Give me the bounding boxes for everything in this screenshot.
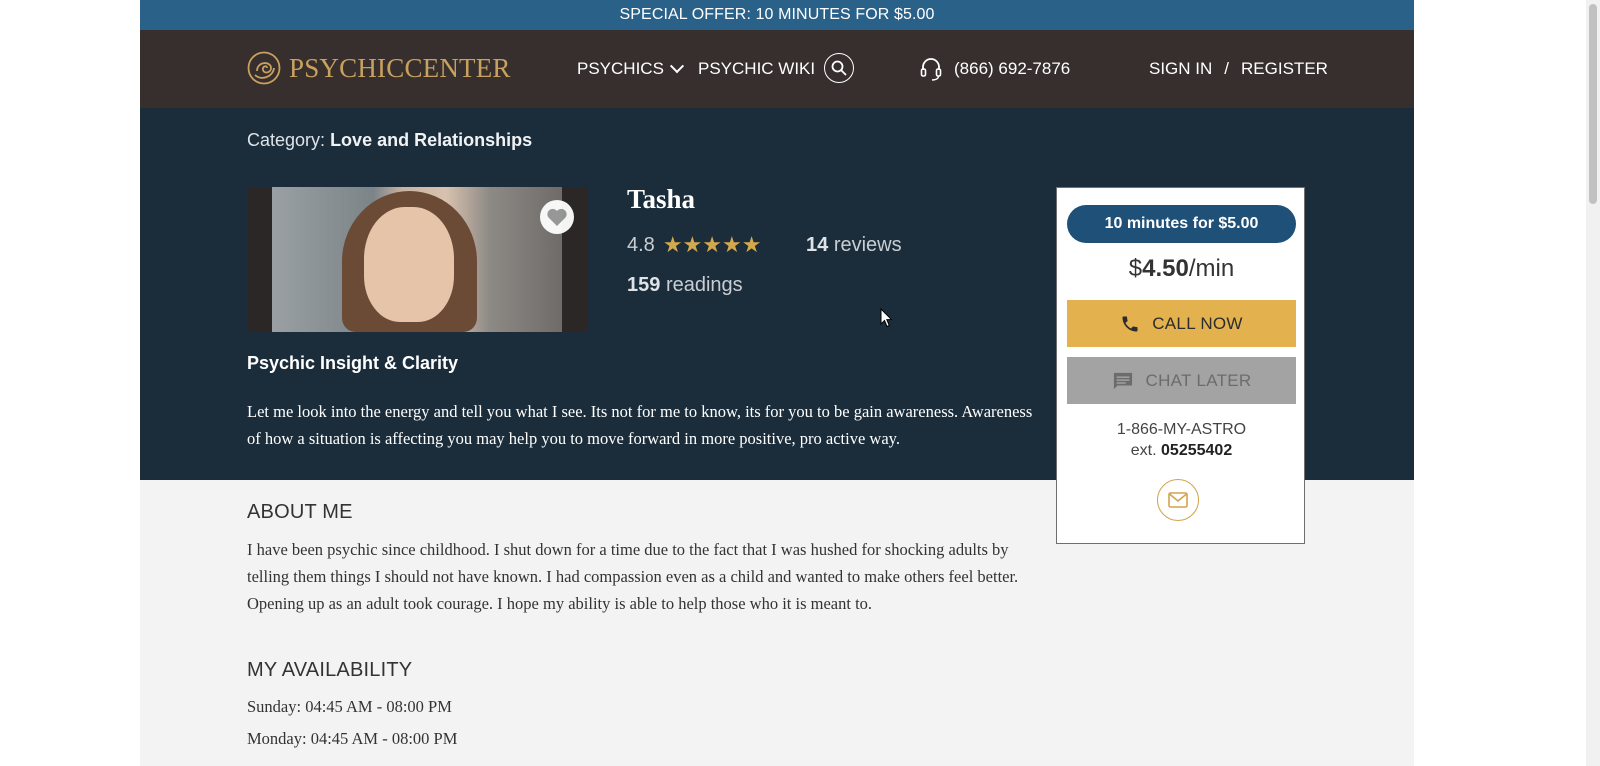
extension-label: ext.	[1130, 442, 1157, 459]
favorite-button[interactable]	[540, 200, 574, 234]
about-heading: ABOUT ME	[247, 501, 353, 523]
logo-swirl-icon	[247, 51, 281, 85]
auth-links: SIGN IN / REGISTER	[1149, 30, 1328, 108]
rating-stars: ★★★★★	[662, 232, 762, 257]
about-text: I have been psychic since childhood. I s…	[247, 540, 1019, 613]
search-button[interactable]	[824, 53, 854, 83]
headset-icon	[920, 58, 942, 81]
astro-phone-line: 1-866-MY-ASTRO	[1116, 421, 1247, 438]
psychic-name: Tasha	[627, 184, 696, 214]
psychic-tagline: Psychic Insight & Clarity	[247, 353, 459, 373]
reviews-link[interactable]: 14 reviews	[806, 234, 902, 257]
auth-separator: /	[1224, 59, 1230, 78]
readings-label: readings	[665, 274, 743, 296]
sign-in-link[interactable]: SIGN IN	[1149, 59, 1212, 79]
category: Category: Love and Relationships	[247, 130, 532, 151]
psychic-photo	[247, 187, 587, 332]
availability-row: Sunday: 04:45 AM - 08:00 PM	[247, 697, 452, 716]
logo[interactable]: PSYCHICCENTER	[247, 50, 511, 86]
offer-pill-button[interactable]: 10 minutes for $5.00	[1067, 205, 1296, 243]
site-header: PSYCHICCENTER PSYCHICS PSYCHIC WIKI (866…	[140, 30, 1414, 108]
price-unit: /min	[1188, 255, 1235, 282]
price-per-minute: $4.50/min	[1057, 255, 1306, 283]
search-icon	[831, 60, 847, 76]
chat-later-label: CHAT LATER	[1145, 370, 1252, 390]
chevron-down-icon	[669, 59, 684, 74]
chat-later-button[interactable]: CHAT LATER	[1067, 357, 1296, 404]
category-value[interactable]: Love and Relationships	[330, 130, 532, 150]
nav-psychic-wiki-label: PSYCHIC WIKI	[698, 59, 816, 78]
header-phone[interactable]: (866) 692-7876	[920, 30, 1070, 108]
mouse-cursor-icon	[880, 308, 893, 328]
call-now-label: CALL NOW	[1152, 313, 1243, 333]
special-offer-bar[interactable]: SPECIAL OFFER: 10 MINUTES FOR $5.00	[140, 0, 1414, 30]
page-scrollbar[interactable]	[1586, 0, 1600, 766]
reviews-label: reviews	[833, 234, 902, 256]
psychic-description: Let me look into the energy and tell you…	[247, 402, 1033, 448]
heart-icon	[547, 208, 567, 226]
reviews-count: 14	[806, 234, 829, 256]
call-now-button[interactable]: CALL NOW	[1067, 300, 1296, 347]
readings: 159 readings	[627, 274, 743, 297]
page: SPECIAL OFFER: 10 MINUTES FOR $5.00 PSYC…	[140, 0, 1414, 766]
scrollbar-thumb[interactable]	[1589, 4, 1597, 204]
readings-count: 159	[627, 274, 661, 296]
price-currency: $	[1128, 255, 1143, 282]
nav-psychic-wiki[interactable]: PSYCHIC WIKI	[698, 30, 815, 108]
header-phone-number[interactable]: (866) 692-7876	[954, 59, 1070, 79]
special-offer-text[interactable]: SPECIAL OFFER: 10 MINUTES FOR $5.00	[620, 6, 935, 23]
availability-heading: MY AVAILABILITY	[247, 659, 413, 681]
phone-icon	[1122, 316, 1138, 331]
photo-background	[272, 187, 562, 332]
logo-text: PSYCHICCENTER	[289, 52, 511, 83]
extension-value: 05255402	[1161, 442, 1233, 459]
price-value: 4.50	[1142, 255, 1189, 282]
booking-card: 10 minutes for $5.00 $4.50/min CALL NOW …	[1056, 187, 1305, 544]
message-button[interactable]	[1157, 479, 1199, 521]
nav-psychics-label: PSYCHICS	[577, 59, 664, 78]
chat-icon	[1113, 372, 1132, 389]
register-link[interactable]: REGISTER	[1241, 59, 1328, 79]
availability-row: Monday: 04:45 AM - 08:00 PM	[247, 729, 458, 748]
rating-value: 4.8	[627, 233, 655, 256]
nav-psychics[interactable]: PSYCHICS	[577, 30, 684, 108]
mail-icon	[1168, 492, 1188, 508]
rating: 4.8 ★★★★★	[627, 232, 761, 258]
category-label: Category:	[247, 130, 326, 150]
photo-face	[364, 207, 454, 322]
extension: ext. 05255402	[1057, 442, 1306, 460]
